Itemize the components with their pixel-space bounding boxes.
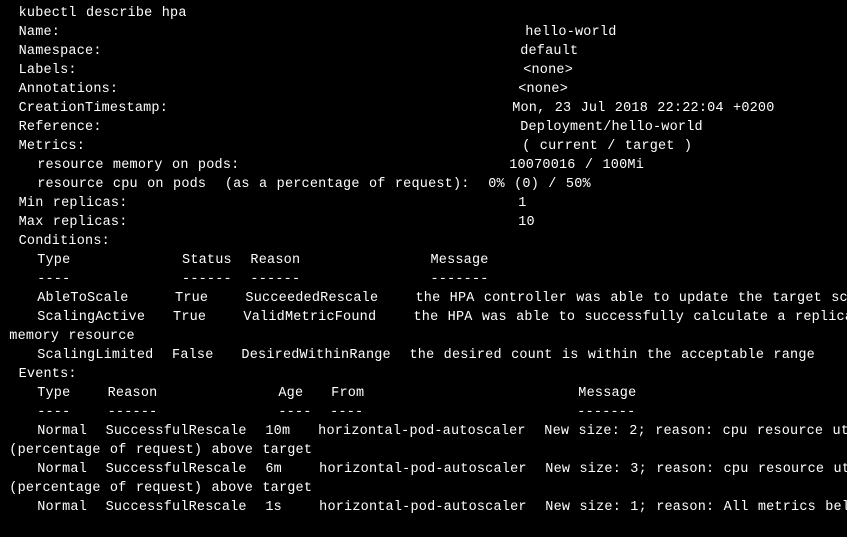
events-header: Type Reason Age From Message xyxy=(0,386,636,401)
conditions-row: ScalingLimited False DesiredWithinRange … xyxy=(0,348,815,363)
metric-cpu-label: resource cpu on pods (as a percentage of… xyxy=(0,177,488,192)
prop-reference-label: Reference: xyxy=(0,120,520,135)
events-row: Normal SuccessfulRescale 10m horizontal-… xyxy=(0,424,847,439)
prop-reference-value: Deployment/hello-world xyxy=(520,120,703,135)
command-line: kubectl describe hpa xyxy=(0,6,187,21)
metric-cpu-value: 0% (0) / 50% xyxy=(488,177,591,192)
prop-metrics-label: Metrics: xyxy=(0,139,522,154)
events-row: Normal SuccessfulRescale 6m horizontal-p… xyxy=(0,462,847,477)
conditions-divider: ---- ------ ------ ------- xyxy=(0,272,489,287)
prop-ctime-label: CreationTimestamp: xyxy=(0,101,512,116)
prop-max-label: Max replicas: xyxy=(0,215,518,230)
conditions-header: Type Status Reason Message xyxy=(0,253,489,268)
prop-annotations-label: Annotations: xyxy=(0,82,518,97)
prop-name-label: Name: xyxy=(0,25,525,40)
events-row: Normal SuccessfulRescale 1s horizontal-p… xyxy=(0,500,847,515)
terminal-output: kubectl describe hpa Name: hello-world N… xyxy=(0,4,847,517)
prop-namespace-value: default xyxy=(520,44,578,59)
prop-min-label: Min replicas: xyxy=(0,196,518,211)
prop-labels-value: <none> xyxy=(523,63,573,78)
events-title: Events: xyxy=(0,367,77,382)
prop-name-value: hello-world xyxy=(525,25,616,40)
prop-namespace-label: Namespace: xyxy=(0,44,520,59)
prop-min-value: 1 xyxy=(518,196,526,211)
prop-labels-label: Labels: xyxy=(0,63,523,78)
prop-ctime-value: Mon, 23 Jul 2018 22:22:04 +0200 xyxy=(512,101,774,116)
events-row-wrap: (percentage of request) above target xyxy=(0,481,312,496)
conditions-title: Conditions: xyxy=(0,234,110,249)
prop-metrics-value: ( current / target ) xyxy=(522,139,692,154)
conditions-row: AbleToScale True SucceededRescale the HP… xyxy=(0,291,847,306)
conditions-row-wrap: memory resource xyxy=(0,329,135,344)
events-divider: ---- ------ ---- ---- ------- xyxy=(0,405,635,420)
metric-memory-label: resource memory on pods: xyxy=(0,158,509,173)
events-row-wrap: (percentage of request) above target xyxy=(0,443,312,458)
prop-max-value: 10 xyxy=(518,215,535,230)
conditions-row: ScalingActive True ValidMetricFound the … xyxy=(0,310,847,325)
prop-annotations-value: <none> xyxy=(518,82,568,97)
metric-memory-value: 10070016 / 100Mi xyxy=(509,158,644,173)
